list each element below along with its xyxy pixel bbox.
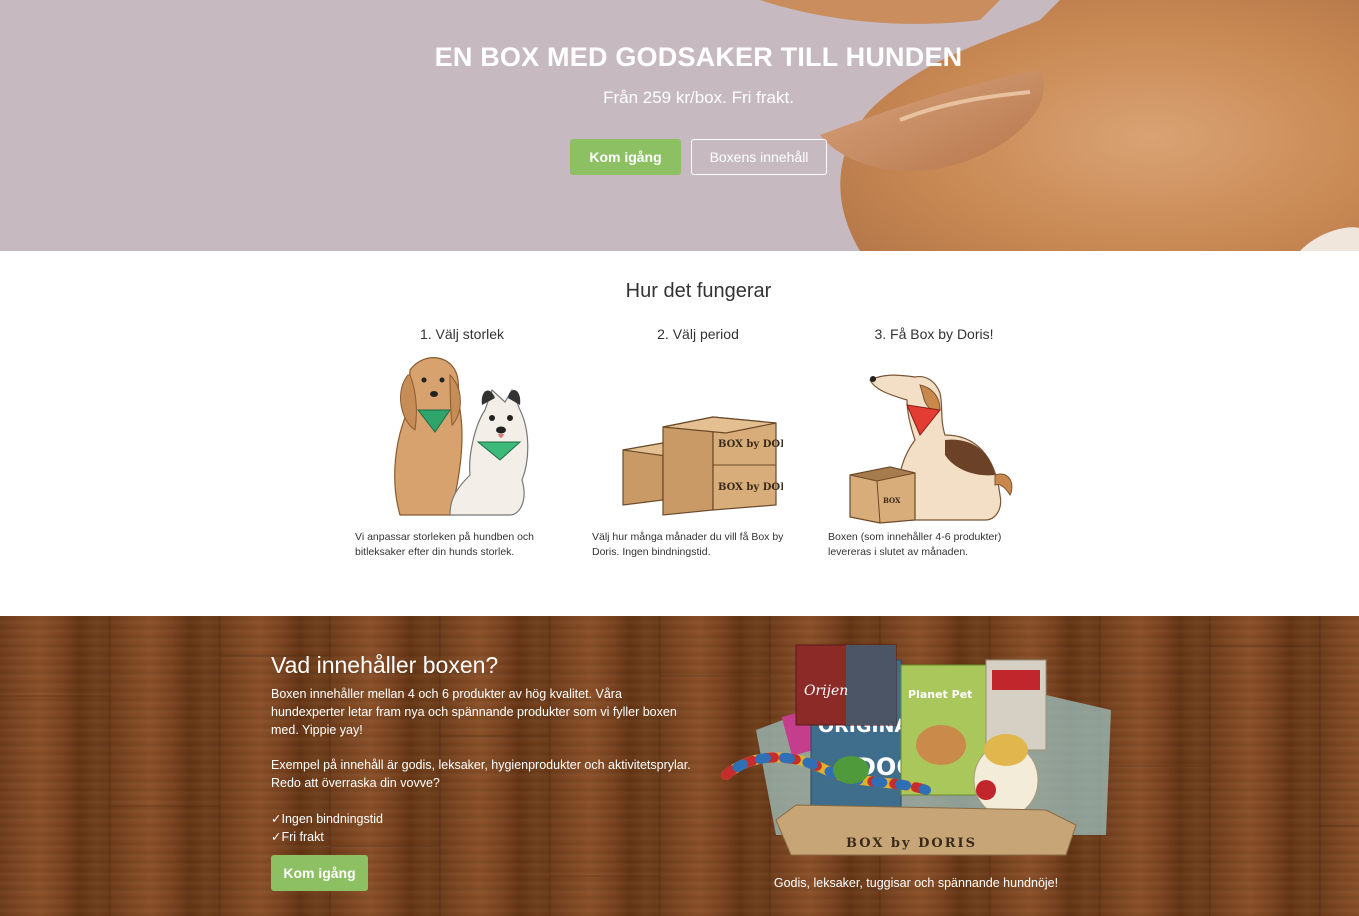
step-1-title: 1. Välj storlek — [419, 326, 505, 342]
boxes-illustration: BOX by DORIS BOX by DORIS — [622, 416, 783, 516]
hero-title: EN BOX MED GODSAKER TILL HUNDEN — [434, 42, 963, 72]
hero-subtitle: Från 259 kr/box. Fri frakt. — [603, 88, 794, 107]
product-label-orijen: Orijen — [804, 683, 848, 699]
step-2-description: Välj hur många månader du vill få Box by… — [592, 531, 784, 558]
box-contents-image: ORIGINAL DOG Orijen Planet Pet BOX by DO… — [721, 644, 1111, 856]
get-started-button[interactable]: Kom igång — [570, 139, 681, 175]
check-free-shipping: ✓Fri frakt — [271, 830, 324, 844]
get-started-button-bottom[interactable]: Kom igång — [271, 855, 368, 891]
beagle-with-box-illustration: BOX — [849, 374, 1013, 524]
step-3-description: Boxen (som innehåller 4-6 produkter) lev… — [828, 531, 1002, 558]
box-image-caption: Godis, leksaker, tuggisar och spännande … — [773, 876, 1059, 890]
hero-banner: EN BOX MED GODSAKER TILL HUNDEN Från 259… — [0, 0, 1359, 251]
product-label-planet-pet: Planet Pet — [908, 688, 972, 701]
two-dogs-illustration — [394, 357, 529, 516]
svg-text:BOX: BOX — [883, 496, 901, 505]
how-it-works-title: Hur det fungerar — [625, 280, 772, 302]
box-contents-paragraph-2: Exempel på innehåll är godis, leksaker, … — [271, 758, 691, 790]
step-1-description: Vi anpassar storleken på hundben och bit… — [355, 531, 535, 558]
step-3-title: 3. Få Box by Doris! — [874, 326, 994, 342]
box-contents-heading: Vad innehåller boxen? — [271, 652, 499, 678]
step-2-title: 2. Välj period — [657, 326, 739, 342]
box-contents-button[interactable]: Boxens innehåll — [691, 139, 827, 175]
check-no-binding: ✓Ingen bindningstid — [271, 812, 383, 826]
box-brand-label: BOX by DORIS — [846, 836, 977, 851]
dog-photo-image — [0, 0, 1359, 251]
svg-text:BOX by DORIS: BOX by DORIS — [718, 482, 783, 493]
svg-text:BOX by DORIS: BOX by DORIS — [718, 439, 783, 450]
box-contents-paragraph-1: Boxen innehåller mellan 4 och 6 produkte… — [271, 687, 677, 737]
